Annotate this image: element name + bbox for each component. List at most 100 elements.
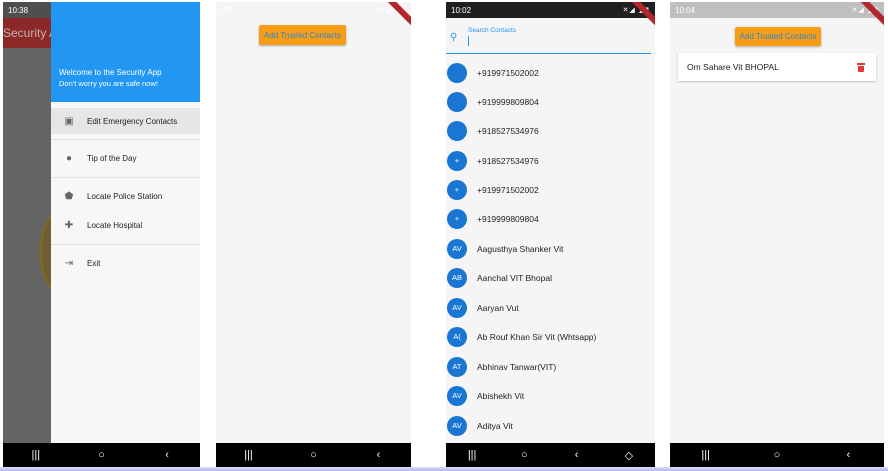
shield-icon: ⬟ xyxy=(64,190,74,202)
search-underline xyxy=(446,53,651,54)
debug-banner xyxy=(385,2,411,28)
contact-avatar: AV xyxy=(447,415,467,436)
contact-row[interactable]: +919999809804 xyxy=(446,87,655,116)
contact-row[interactable]: +918527534976 xyxy=(446,116,655,145)
contact-name: Ab Rouf Khan Sir Vit (Whtsapp) xyxy=(477,331,597,342)
rotate-icon[interactable]: ◇ xyxy=(614,449,644,462)
navigation-drawer: Welcome to the Security App Don't worry … xyxy=(51,2,200,443)
drawer-item-label: Tip of the Day xyxy=(87,153,137,163)
status-time: 10:02 xyxy=(451,5,472,15)
contact-name: Aaryan Vut xyxy=(477,302,519,313)
screenshot-canvas: Security A 10:38 ◼✕◢ ◢▮ Welcome to the S… xyxy=(0,0,888,471)
contact-name: +919971502002 xyxy=(477,67,539,78)
contact-name: Abishekh Vit xyxy=(477,390,525,401)
contact-name: Aanchal VIT Bhopal xyxy=(477,272,552,283)
android-nav-bar: ||| ○ ‹ xyxy=(3,443,200,467)
drawer-header: Welcome to the Security App Don't worry … xyxy=(51,2,200,102)
contact-row[interactable]: AV Aagusthya Shanker Vit xyxy=(446,234,655,263)
contact-avatar: + xyxy=(447,208,467,229)
drawer-item-hospital[interactable]: ✚ Locate Hospital xyxy=(51,212,200,238)
debug-banner xyxy=(858,2,884,28)
back-button[interactable]: ‹ xyxy=(562,449,592,461)
contact-avatar: + xyxy=(447,179,467,200)
android-nav-bar: ||| ○ ‹ xyxy=(670,443,884,467)
hospital-icon: ✚ xyxy=(64,219,74,231)
back-button[interactable]: ‹ xyxy=(152,449,182,461)
drawer-item-exit[interactable]: ⇥ Exit xyxy=(51,250,200,276)
app-bar-title: Security A xyxy=(3,18,57,48)
contact-row[interactable]: AT Abhinav Tanwar(VIT) xyxy=(446,352,655,381)
divider xyxy=(51,177,200,178)
search-field[interactable]: ⚲ Search Contacts xyxy=(446,18,655,56)
app-title-text: Security A xyxy=(3,26,58,40)
status-bar: :59 ✕◢ ◢▮ xyxy=(216,2,411,18)
drawer-item-label: Locate Hospital xyxy=(87,220,143,230)
contact-avatar: AT xyxy=(447,356,467,377)
delete-icon[interactable] xyxy=(857,62,865,72)
phone-empty-contacts-screen: :59 ✕◢ ◢▮ Add Trusted Contacts ||| ○ ‹ xyxy=(216,2,411,467)
contact-avatar: AV xyxy=(447,385,467,406)
contact-name: Aagusthya Shanker Vit xyxy=(477,243,564,254)
drawer-item-edit-contacts[interactable]: ▣ Edit Emergency Contacts xyxy=(51,108,200,134)
back-button[interactable]: ‹ xyxy=(364,449,394,461)
contact-avatar: + xyxy=(447,150,467,171)
contact-row[interactable]: +919971502002 xyxy=(446,58,655,87)
contact-name: +919999809804 xyxy=(477,96,539,107)
status-time: 10:38 xyxy=(8,5,29,15)
contact-name: Aditya Vit xyxy=(477,420,513,431)
contact-name: +918527534976 xyxy=(477,155,539,166)
contact-row[interactable]: + +918527534976 xyxy=(446,146,655,175)
phone-drawer-screen: Security A 10:38 ◼✕◢ ◢▮ Welcome to the S… xyxy=(3,2,200,467)
contacts-icon: ▣ xyxy=(64,115,74,127)
recents-button[interactable]: ||| xyxy=(691,449,721,461)
home-button[interactable]: ○ xyxy=(299,449,329,461)
recents-button[interactable]: ||| xyxy=(234,449,264,461)
recents-button[interactable]: ||| xyxy=(21,449,51,461)
drawer-item-police-station[interactable]: ⬟ Locate Police Station xyxy=(51,183,200,209)
recents-button[interactable]: ||| xyxy=(457,449,487,461)
status-time: :59 xyxy=(221,5,233,15)
trusted-contact-card: Om Sahare Vit BHOPAL xyxy=(678,53,876,81)
contact-avatar xyxy=(447,120,467,141)
contact-row[interactable]: AV Aaryan Vut xyxy=(446,293,655,322)
trusted-contact-name: Om Sahare Vit BHOPAL xyxy=(687,62,779,72)
search-label: Search Contacts xyxy=(468,27,517,34)
text-cursor xyxy=(468,36,469,46)
android-nav-bar: ||| ○ ‹ xyxy=(216,443,411,467)
drawer-item-label: Locate Police Station xyxy=(87,191,163,201)
status-bar: 10:04 ✕◢ ◢▮ xyxy=(670,2,884,18)
bottom-border xyxy=(0,467,888,471)
contact-avatar: AV xyxy=(447,297,467,318)
contact-row[interactable]: AV Aditya Vit xyxy=(446,411,655,440)
android-nav-bar: ||| ○ ‹ ◇ xyxy=(446,443,655,467)
back-button[interactable]: ‹ xyxy=(833,449,863,461)
home-button[interactable]: ○ xyxy=(509,449,539,461)
add-trusted-contacts-button[interactable]: Add Trusted Contacts xyxy=(259,25,346,45)
divider xyxy=(51,139,200,140)
add-trusted-contacts-button[interactable]: Add Trusted Contacts xyxy=(735,27,821,46)
status-time: 10:04 xyxy=(675,5,696,15)
phone-trusted-contacts-screen: 10:04 ✕◢ ◢▮ Add Trusted Contacts Om Saha… xyxy=(670,2,884,467)
home-button[interactable]: ○ xyxy=(86,449,116,461)
contact-name: Abhinav Tanwar(VIT) xyxy=(477,361,557,372)
drawer-item-tip-of-day[interactable]: ● Tip of the Day xyxy=(51,145,200,171)
contact-row[interactable]: AB Aanchal VIT Bhopal xyxy=(446,263,655,292)
drawer-subtitle: Don't worry you are safe now! xyxy=(59,79,158,88)
contact-name: +918527534976 xyxy=(477,125,539,136)
contact-avatar: A( xyxy=(447,326,467,347)
status-bar: 10:02 ✕◢ ◢▮ xyxy=(446,2,655,18)
contact-row[interactable]: AV Abishekh Vit xyxy=(446,381,655,410)
contact-row[interactable]: A( Ab Rouf Khan Sir Vit (Whtsapp) xyxy=(446,322,655,351)
home-button[interactable]: ○ xyxy=(762,449,792,461)
contact-avatar xyxy=(447,62,467,83)
contact-avatar xyxy=(447,91,467,112)
lightbulb-icon: ● xyxy=(65,152,73,164)
contact-name: +919999809804 xyxy=(477,213,539,224)
drawer-item-label: Edit Emergency Contacts xyxy=(87,116,178,126)
divider xyxy=(51,244,200,245)
drawer-item-label: Exit xyxy=(87,258,101,268)
exit-icon: ⇥ xyxy=(64,257,74,269)
contact-row[interactable]: + +919999809804 xyxy=(446,204,655,233)
contact-row[interactable]: + +919971502002 xyxy=(446,175,655,204)
contact-name: +919971502002 xyxy=(477,184,539,195)
